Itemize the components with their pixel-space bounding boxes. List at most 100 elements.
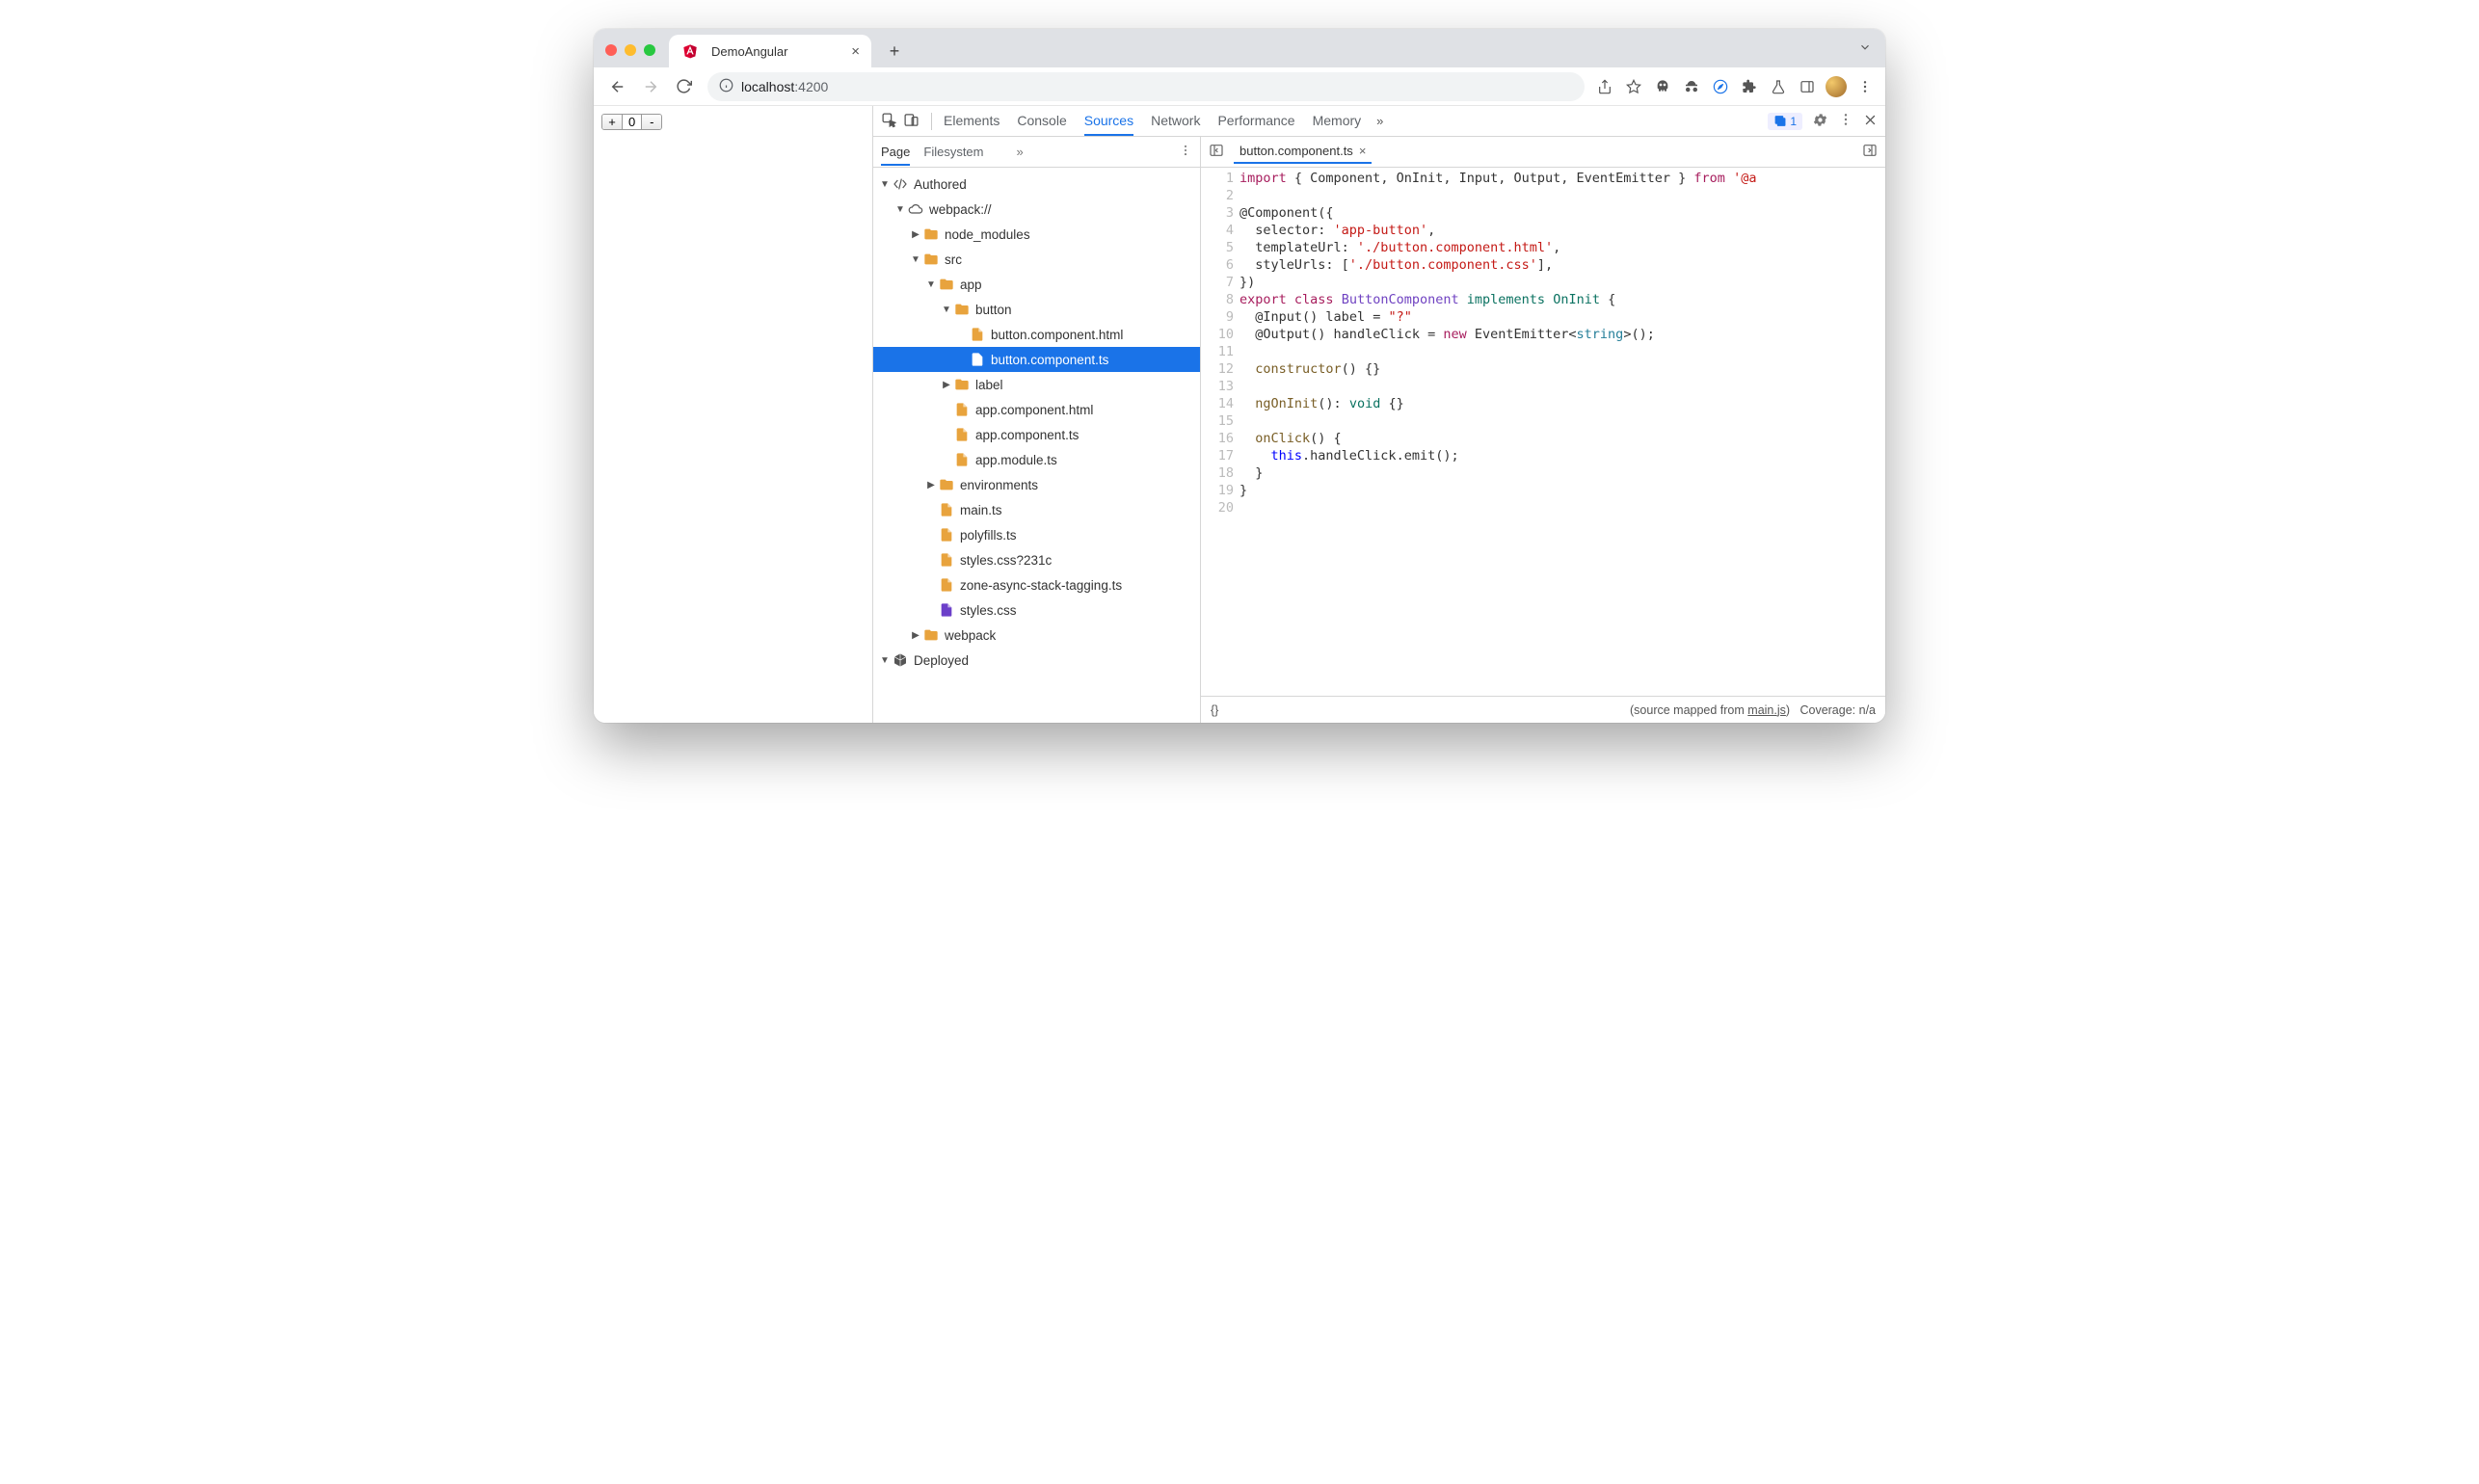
- devtools-tab-sources[interactable]: Sources: [1084, 107, 1133, 136]
- tree-item[interactable]: ▼app: [873, 272, 1200, 297]
- profile-avatar[interactable]: [1826, 76, 1847, 97]
- skull-icon[interactable]: [1652, 76, 1673, 97]
- tree-item[interactable]: ▶environments: [873, 472, 1200, 497]
- tree-item[interactable]: button.component.ts: [873, 347, 1200, 372]
- window-controls: [605, 44, 655, 56]
- devtools-toolbar: Elements Console Sources Network Performance…: [873, 106, 1885, 137]
- panel-icon[interactable]: [1797, 76, 1818, 97]
- sources-subtab-page[interactable]: Page: [881, 145, 910, 166]
- devtools-tab-network[interactable]: Network: [1151, 107, 1200, 136]
- counter-plus-button[interactable]: +: [602, 115, 622, 129]
- counter-value: 0: [622, 115, 642, 129]
- tree-disclosure-icon[interactable]: ▶: [910, 229, 921, 240]
- toggle-debugger-sidebar-icon[interactable]: [1862, 143, 1878, 161]
- tree-item[interactable]: styles.css: [873, 597, 1200, 623]
- tree-item[interactable]: styles.css?231c: [873, 547, 1200, 572]
- tree-item[interactable]: ▼button: [873, 297, 1200, 322]
- source-map-link[interactable]: main.js: [1747, 703, 1786, 717]
- sources-sidebar-tabs: Page Filesystem »: [873, 137, 1201, 167]
- toggle-navigator-icon[interactable]: [1209, 143, 1224, 161]
- device-toggle-icon[interactable]: [903, 112, 920, 131]
- tree-item-label: webpack: [945, 628, 996, 643]
- editor-pane: 1234567891011121314151617181920 import {…: [1201, 168, 1885, 723]
- tree-disclosure-icon[interactable]: ▶: [910, 630, 921, 641]
- tree-item[interactable]: ▼ webpack://: [873, 197, 1200, 222]
- console-messages-badge[interactable]: 1: [1768, 113, 1802, 130]
- tree-disclosure-icon[interactable]: ▶: [941, 380, 952, 390]
- nav-reload-button[interactable]: [669, 72, 698, 101]
- counter-widget: + 0 -: [601, 114, 662, 130]
- status-right: (source mapped from main.js) Coverage: n…: [1630, 703, 1876, 717]
- window-titlebar: DemoAngular × +: [594, 29, 1885, 67]
- window-zoom-button[interactable]: [644, 44, 655, 56]
- devtools-settings-icon[interactable]: [1812, 112, 1828, 131]
- sources-subtabs-overflow-icon[interactable]: »: [1017, 145, 1024, 159]
- browser-tab[interactable]: DemoAngular ×: [669, 35, 871, 67]
- nav-forward-button[interactable]: [636, 72, 665, 101]
- tree-item-label: webpack://: [929, 202, 992, 217]
- tree-item[interactable]: ▶label: [873, 372, 1200, 397]
- tree-disclosure-icon[interactable]: ▶: [925, 480, 937, 490]
- editor-file-tab-close-icon[interactable]: ×: [1359, 144, 1367, 158]
- devtools-tab-memory[interactable]: Memory: [1313, 107, 1362, 136]
- star-icon[interactable]: [1623, 76, 1644, 97]
- tree-item[interactable]: ▶node_modules: [873, 222, 1200, 247]
- code-editor[interactable]: 1234567891011121314151617181920 import {…: [1201, 168, 1885, 696]
- incognito-icon[interactable]: [1681, 76, 1702, 97]
- file-icon: [954, 427, 970, 442]
- author-icon: [893, 176, 908, 192]
- inspect-icon[interactable]: [881, 112, 897, 131]
- devtools-tabs-overflow-icon[interactable]: »: [1376, 114, 1383, 128]
- devtools-tab-performance[interactable]: Performance: [1217, 107, 1294, 136]
- site-info-icon[interactable]: [719, 78, 733, 95]
- tree-item[interactable]: ▶ webpack: [873, 623, 1200, 648]
- devtools-menu-icon[interactable]: [1838, 112, 1853, 130]
- pretty-print-icon[interactable]: {}: [1211, 703, 1218, 717]
- tree-item[interactable]: button.component.html: [873, 322, 1200, 347]
- editor-statusbar: {} (source mapped from main.js) Coverage…: [1201, 696, 1885, 723]
- nav-back-button[interactable]: [603, 72, 632, 101]
- folder-icon: [923, 226, 939, 242]
- file-icon: [970, 327, 985, 342]
- browser-menu-icon[interactable]: [1854, 76, 1876, 97]
- window-minimize-button[interactable]: [625, 44, 636, 56]
- url-field[interactable]: localhost:4200: [707, 72, 1585, 101]
- tree-item[interactable]: polyfills.ts: [873, 522, 1200, 547]
- share-icon[interactable]: [1594, 76, 1615, 97]
- tree-item[interactable]: ▼Authored: [873, 172, 1200, 197]
- tree-disclosure-icon[interactable]: ▼: [925, 279, 937, 290]
- new-tab-button[interactable]: +: [881, 38, 908, 65]
- tab-overflow-icon[interactable]: [1858, 40, 1872, 59]
- tree-disclosure-icon[interactable]: ▼: [910, 254, 921, 265]
- puzzle-icon[interactable]: [1739, 76, 1760, 97]
- sources-subtab-filesystem[interactable]: Filesystem: [923, 145, 983, 159]
- devtools-body: ▼Authored▼webpack://▶node_modules▼src▼ap…: [873, 168, 1885, 723]
- tree-item-label: main.ts: [960, 503, 1002, 517]
- tree-item[interactable]: ▼Deployed: [873, 648, 1200, 673]
- compass-icon[interactable]: [1710, 76, 1731, 97]
- folder-icon: [954, 302, 970, 317]
- folder-icon: [923, 627, 939, 643]
- file-icon: [970, 352, 985, 367]
- editor-file-tab[interactable]: button.component.ts ×: [1234, 140, 1372, 164]
- sources-sidebar-menu-icon[interactable]: [1179, 144, 1192, 160]
- tree-item[interactable]: ▼src: [873, 247, 1200, 272]
- tree-item[interactable]: app.module.ts: [873, 447, 1200, 472]
- counter-minus-button[interactable]: -: [642, 115, 661, 129]
- flask-icon[interactable]: [1768, 76, 1789, 97]
- tree-item[interactable]: app.component.ts: [873, 422, 1200, 447]
- tree-item-label: styles.css?231c: [960, 553, 1052, 568]
- tree-item[interactable]: zone-async-stack-tagging.ts: [873, 572, 1200, 597]
- devtools-tab-console[interactable]: Console: [1017, 107, 1066, 136]
- tree-disclosure-icon[interactable]: ▼: [894, 204, 906, 215]
- devtools-close-icon[interactable]: [1863, 113, 1878, 130]
- tree-item[interactable]: app.component.html: [873, 397, 1200, 422]
- tree-disclosure-icon[interactable]: ▼: [879, 655, 891, 666]
- deploy-icon: [893, 652, 908, 668]
- tree-item[interactable]: main.ts: [873, 497, 1200, 522]
- tab-close-icon[interactable]: ×: [851, 43, 860, 60]
- tree-disclosure-icon[interactable]: ▼: [941, 305, 952, 315]
- devtools-tab-elements[interactable]: Elements: [944, 107, 1000, 136]
- tree-disclosure-icon[interactable]: ▼: [879, 179, 891, 190]
- window-close-button[interactable]: [605, 44, 617, 56]
